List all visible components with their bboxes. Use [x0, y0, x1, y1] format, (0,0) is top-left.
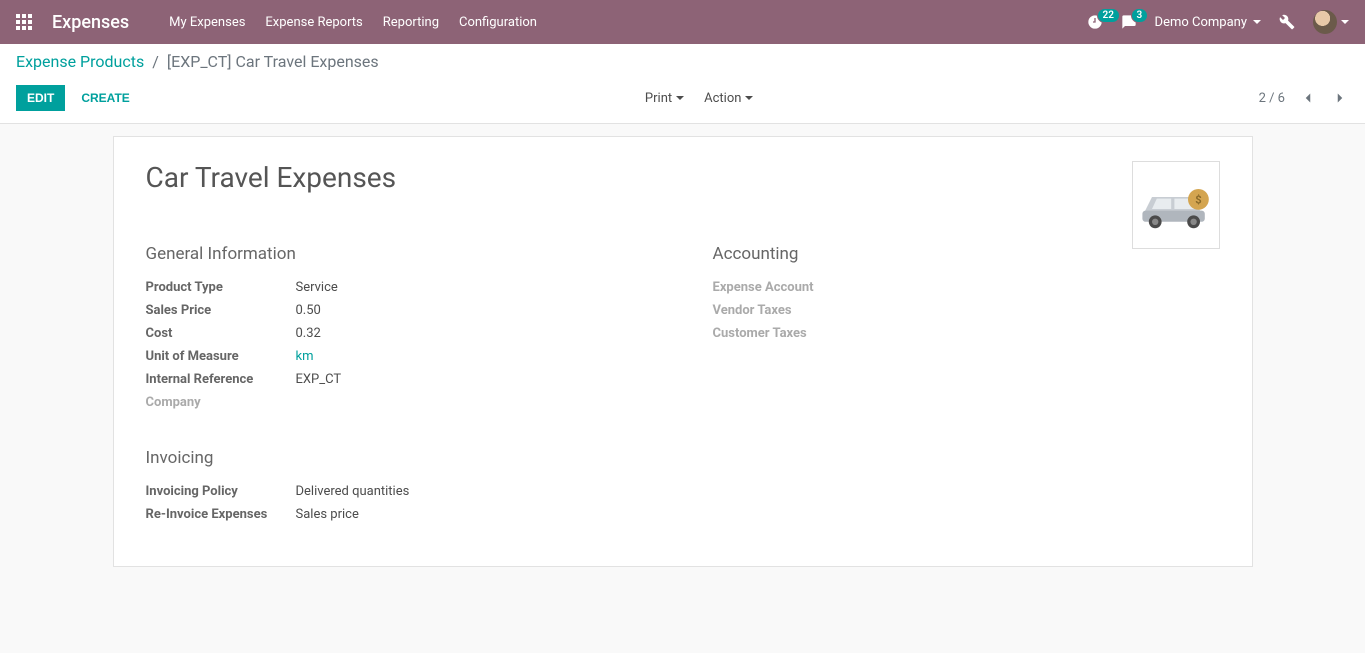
messages-icon[interactable]: 3	[1121, 14, 1137, 30]
field-expense-account: Expense Account	[713, 276, 1220, 299]
field-sales-price: Sales Price 0.50	[146, 299, 653, 322]
field-label: Customer Taxes	[713, 326, 863, 341]
edit-button[interactable]: Edit	[16, 85, 65, 111]
product-image[interactable]: $	[1132, 161, 1220, 249]
field-vendor-taxes: Vendor Taxes	[713, 299, 1220, 322]
field-value: EXP_CT	[296, 372, 342, 387]
field-value: 0.32	[296, 326, 321, 341]
field-product-type: Product Type Service	[146, 276, 653, 299]
pager: 2 / 6	[1259, 89, 1349, 107]
right-column: Accounting Expense Account Vendor Taxes …	[713, 244, 1220, 526]
field-company: Company	[146, 391, 653, 414]
record-title: Car Travel Expenses	[146, 161, 1220, 194]
company-switcher[interactable]: Demo Company	[1155, 15, 1261, 30]
field-label: Invoicing Policy	[146, 484, 296, 499]
left-column: General Information Product Type Service…	[146, 244, 653, 526]
nav-reporting[interactable]: Reporting	[383, 15, 439, 30]
field-value: 0.50	[296, 303, 321, 318]
app-brand: Expenses	[52, 12, 129, 33]
field-unit-of-measure: Unit of Measure km	[146, 345, 653, 368]
pager-prev[interactable]	[1299, 89, 1317, 107]
field-label: Re-Invoice Expenses	[146, 507, 296, 522]
debug-icon[interactable]	[1279, 14, 1295, 30]
activities-badge: 22	[1097, 8, 1120, 23]
breadcrumb: Expense Products / [EXP_CT] Car Travel E…	[16, 52, 1349, 71]
action-dropdown[interactable]: Action	[704, 91, 753, 106]
caret-down-icon	[745, 96, 753, 100]
section-invoicing-title: Invoicing	[146, 448, 653, 468]
car-icon: $	[1136, 175, 1216, 235]
create-button[interactable]: Create	[71, 86, 139, 110]
caret-down-icon	[676, 96, 684, 100]
print-label: Print	[645, 91, 672, 106]
pager-next[interactable]	[1331, 89, 1349, 107]
print-dropdown[interactable]: Print	[645, 91, 684, 106]
svg-text:$: $	[1195, 193, 1201, 206]
field-label: Expense Account	[713, 280, 863, 295]
activities-icon[interactable]: 22	[1087, 14, 1103, 30]
field-value-link[interactable]: km	[296, 349, 314, 364]
avatar-icon	[1313, 10, 1337, 34]
field-invoicing-policy: Invoicing Policy Delivered quantities	[146, 480, 653, 503]
breadcrumb-current: [EXP_CT] Car Travel Expenses	[167, 52, 379, 71]
field-label: Company	[146, 395, 296, 410]
action-label: Action	[704, 91, 741, 106]
field-value: Sales price	[296, 507, 359, 522]
field-label: Unit of Measure	[146, 349, 296, 364]
toolbar-center: Print Action	[140, 91, 1259, 106]
nav-expense-reports[interactable]: Expense Reports	[265, 15, 362, 30]
top-navbar: Expenses My Expenses Expense Reports Rep…	[0, 0, 1365, 44]
field-label: Internal Reference	[146, 372, 296, 387]
apps-icon[interactable]	[16, 14, 32, 30]
field-label: Sales Price	[146, 303, 296, 318]
field-label: Cost	[146, 326, 296, 341]
field-cost: Cost 0.32	[146, 322, 653, 345]
field-internal-reference: Internal Reference EXP_CT	[146, 368, 653, 391]
breadcrumb-parent[interactable]: Expense Products	[16, 52, 144, 71]
pager-text: 2 / 6	[1259, 91, 1285, 106]
nav-my-expenses[interactable]: My Expenses	[169, 15, 245, 30]
control-panel: Expense Products / [EXP_CT] Car Travel E…	[0, 44, 1365, 124]
section-general-title: General Information	[146, 244, 653, 264]
field-value: Service	[296, 280, 338, 295]
field-customer-taxes: Customer Taxes	[713, 322, 1220, 345]
field-value: Delivered quantities	[296, 484, 410, 499]
systray: 22 3 Demo Company	[1087, 10, 1349, 34]
field-label: Product Type	[146, 280, 296, 295]
messages-badge: 3	[1131, 8, 1149, 23]
form-sheet: $ Car Travel Expenses General Informatio…	[113, 136, 1253, 567]
field-label: Vendor Taxes	[713, 303, 863, 318]
breadcrumb-separator: /	[152, 52, 159, 71]
caret-down-icon	[1253, 20, 1261, 24]
caret-down-icon	[1341, 20, 1349, 24]
nav-configuration[interactable]: Configuration	[459, 15, 537, 30]
main-menu: My Expenses Expense Reports Reporting Co…	[169, 15, 537, 30]
user-menu[interactable]	[1313, 10, 1349, 34]
company-name: Demo Company	[1155, 15, 1247, 30]
field-reinvoice-expenses: Re-Invoice Expenses Sales price	[146, 503, 653, 526]
